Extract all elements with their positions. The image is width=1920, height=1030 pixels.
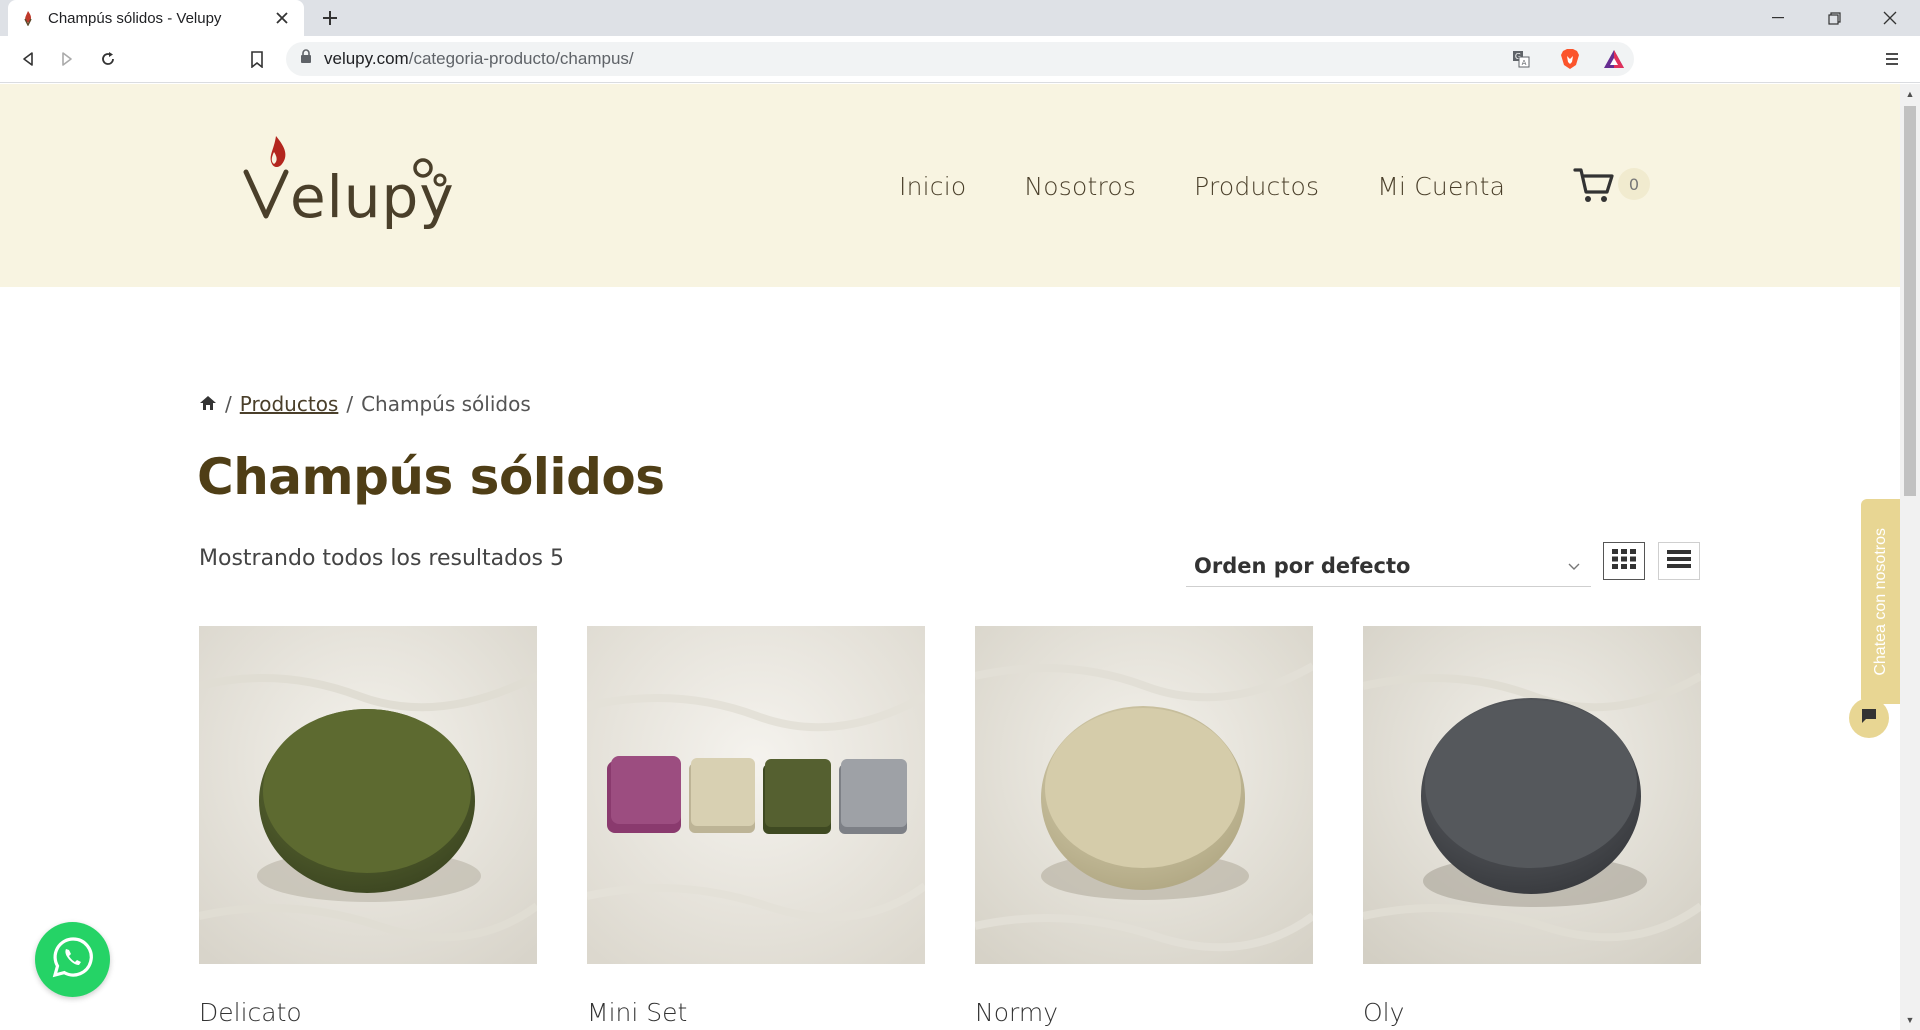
breadcrumb-link-productos[interactable]: Productos [240,392,339,416]
orderby-select[interactable]: Orden por defecto [1186,545,1591,587]
breadcrumb-separator: / [346,392,354,416]
home-icon[interactable] [199,392,217,416]
svg-text:A: A [1522,59,1527,67]
cart-icon[interactable] [1573,164,1615,206]
scroll-up-icon[interactable]: ▲ [1905,89,1915,99]
svg-text:elupy: elupy [290,163,455,231]
chat-bubble-button[interactable] [1849,698,1889,738]
product-card[interactable]: Oly [1363,626,1701,1027]
product-card[interactable]: Normy [975,626,1313,1027]
forward-icon[interactable] [53,45,81,73]
cart-count-badge[interactable]: 0 [1618,168,1650,200]
product-card[interactable]: Delicato [199,626,537,1027]
orderby-selected-value: Orden por defecto [1194,553,1411,578]
browser-toolbar: velupy.com/categoria-producto/champus/ G… [0,36,1920,83]
chevron-down-icon [1565,557,1583,575]
tab-close-icon[interactable] [272,8,292,28]
menu-icon[interactable] [1878,45,1906,73]
browser-tabbar: Champús sólidos - Velupy [0,0,1920,36]
browser-tab[interactable]: Champús sólidos - Velupy [8,0,304,36]
close-window-icon[interactable] [1862,0,1918,36]
chat-tab-label: Chatea con nosotros [1872,527,1889,676]
list-icon [1667,549,1691,573]
brave-shield-icon[interactable] [1556,45,1584,73]
brave-rewards-icon[interactable] [1600,45,1628,73]
product-name[interactable]: Delicato [199,998,537,1027]
minimize-icon[interactable] [1750,0,1806,36]
bookmark-icon[interactable] [243,45,271,73]
velupy-favicon-icon [20,10,36,26]
translate-icon[interactable]: GA [1512,50,1530,73]
web-page: elupy Inicio Nosotros Productos Mi Cuent… [0,84,1900,1030]
page-scrollbar[interactable]: ▲ ▼ [1900,84,1920,1030]
chat-tab[interactable]: Chatea con nosotros [1861,499,1900,704]
site-header: elupy Inicio Nosotros Productos Mi Cuent… [0,84,1900,287]
back-icon[interactable] [14,45,42,73]
product-image[interactable] [1363,626,1701,964]
product-image[interactable] [975,626,1313,964]
tab-title: Champús sólidos - Velupy [48,9,222,27]
grid-view-button[interactable] [1603,542,1645,580]
scroll-down-icon[interactable]: ▼ [1905,1015,1915,1025]
product-card[interactable]: Mini Set [587,626,925,1027]
product-name[interactable]: Oly [1363,998,1701,1027]
product-image[interactable] [587,626,925,964]
breadcrumb: / Productos / Champús sólidos [199,392,531,416]
new-tab-plus-icon[interactable] [316,6,344,30]
restore-icon[interactable] [1806,0,1862,36]
whatsapp-button[interactable] [35,922,110,997]
velupy-logo[interactable]: elupy [240,134,510,244]
whatsapp-icon [51,935,95,984]
product-image[interactable] [199,626,537,964]
result-count: Mostrando todos los resultados 5 [199,546,565,571]
breadcrumb-current: Champús sólidos [361,392,531,416]
lock-icon[interactable] [300,49,312,69]
scrollbar-thumb[interactable] [1904,106,1916,496]
nav-nosotros[interactable]: Nosotros [1024,172,1136,201]
product-name[interactable]: Mini Set [587,998,925,1027]
page-title: Champús sólidos [197,448,665,506]
nav-inicio[interactable]: Inicio [899,172,966,201]
nav-mi-cuenta[interactable]: Mi Cuenta [1377,172,1505,201]
grid-icon [1612,548,1636,574]
reload-icon[interactable] [94,45,122,73]
nav-productos[interactable]: Productos [1194,172,1319,201]
breadcrumb-separator: / [225,392,232,416]
main-nav: Inicio Nosotros Productos Mi Cuenta [899,172,1563,201]
chat-bubble-icon [1860,708,1878,729]
address-bar[interactable]: velupy.com/categoria-producto/champus/ G… [286,42,1634,76]
list-view-button[interactable] [1658,542,1700,580]
product-grid: Delicato Mini Set Normy Oly [199,626,1702,1027]
url-text: velupy.com/categoria-producto/champus/ [324,49,634,68]
product-name[interactable]: Normy [975,998,1313,1027]
